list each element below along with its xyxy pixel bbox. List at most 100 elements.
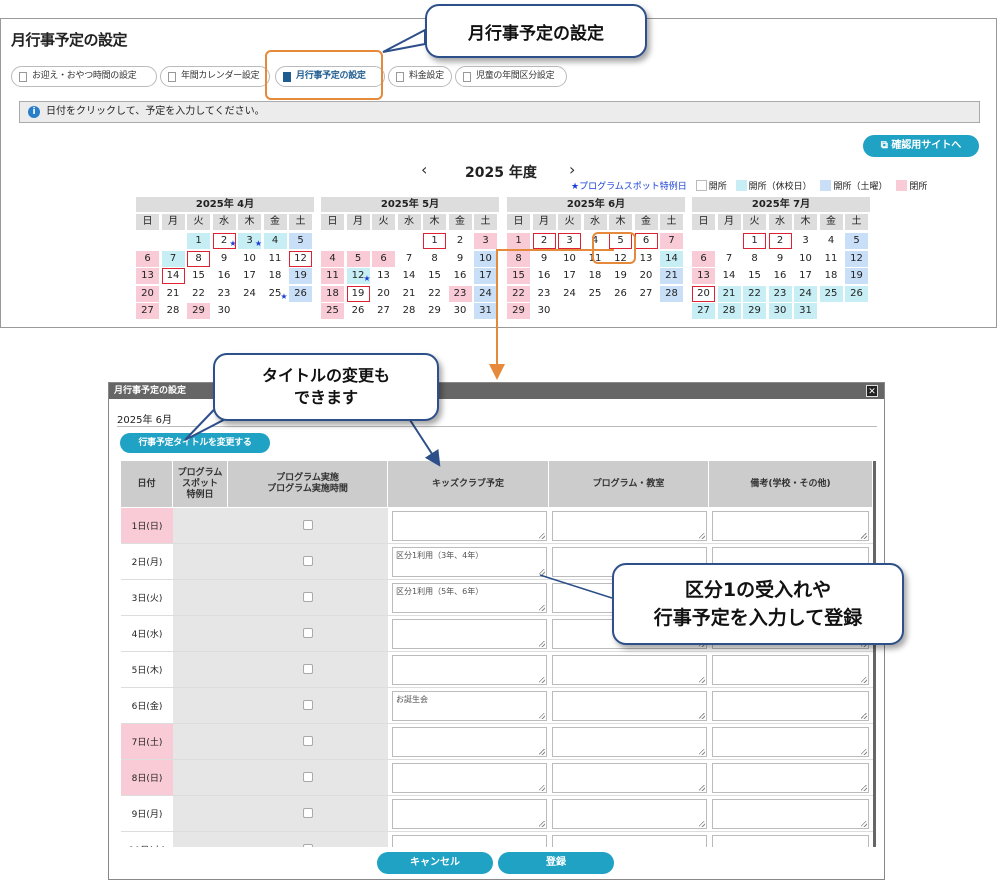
calendar-day[interactable]: 13 bbox=[136, 268, 159, 284]
calendar-day[interactable]: 2 bbox=[532, 233, 556, 249]
tab-pickup-snack[interactable]: お迎え・おやつ時間の設定 bbox=[11, 66, 157, 87]
calendar-day[interactable]: 12 bbox=[845, 250, 868, 267]
calendar-day[interactable]: 13 bbox=[692, 268, 715, 284]
prev-year-arrow-icon[interactable]: ‹ bbox=[421, 160, 427, 179]
calendar-day[interactable]: 18 bbox=[321, 285, 344, 302]
calendar-day[interactable]: 21 bbox=[717, 285, 741, 302]
program-checkbox[interactable] bbox=[303, 592, 313, 602]
calendar-day[interactable]: 4 bbox=[263, 233, 287, 249]
calendar-day[interactable]: 20 bbox=[692, 285, 715, 302]
program-textarea[interactable] bbox=[552, 691, 707, 721]
rename-title-button[interactable]: 行事予定タイトルを変更する bbox=[120, 433, 270, 453]
calendar-day[interactable]: 6 bbox=[136, 250, 159, 267]
calendar-day[interactable]: 8 bbox=[507, 250, 530, 267]
program-textarea[interactable] bbox=[552, 799, 707, 829]
kids-club-textarea[interactable] bbox=[392, 619, 547, 649]
calendar-day[interactable]: 21 bbox=[660, 268, 683, 284]
calendar-day[interactable]: 14 bbox=[398, 268, 421, 284]
calendar-day[interactable]: 5 bbox=[289, 233, 312, 249]
calendar-day[interactable]: 19 bbox=[609, 268, 632, 284]
calendar-day[interactable]: 29 bbox=[743, 303, 766, 319]
calendar-day[interactable]: 25 bbox=[584, 286, 607, 302]
calendar-day[interactable]: 28 bbox=[398, 303, 421, 319]
kids-club-textarea[interactable] bbox=[392, 511, 547, 541]
kids-club-textarea[interactable]: 区分1利用（3年、4年） bbox=[392, 547, 547, 577]
kids-club-textarea[interactable] bbox=[392, 835, 547, 847]
calendar-day[interactable]: 4 bbox=[321, 250, 344, 267]
calendar-day[interactable]: 13 bbox=[372, 268, 395, 284]
calendar-day[interactable]: 27 bbox=[635, 286, 658, 302]
calendar-day[interactable]: 8 bbox=[423, 251, 446, 267]
calendar-day[interactable]: 28 bbox=[660, 285, 683, 302]
kids-club-textarea[interactable] bbox=[392, 763, 547, 793]
notes-textarea[interactable] bbox=[712, 655, 869, 685]
calendar-day[interactable]: 25 bbox=[321, 303, 344, 319]
calendar-day[interactable]: 28 bbox=[162, 303, 185, 319]
kids-club-textarea[interactable] bbox=[392, 655, 547, 685]
calendar-day[interactable]: 1 bbox=[507, 233, 530, 249]
notes-textarea[interactable] bbox=[712, 799, 869, 829]
calendar-day[interactable]: 15 bbox=[187, 268, 210, 284]
calendar-day[interactable]: 31 bbox=[474, 303, 497, 319]
notes-textarea[interactable] bbox=[712, 511, 869, 541]
calendar-day[interactable]: 10 bbox=[794, 251, 817, 267]
calendar-day[interactable]: 27 bbox=[136, 303, 159, 319]
tab-child-category[interactable]: 児童の年間区分設定 bbox=[455, 66, 567, 87]
program-textarea[interactable] bbox=[552, 655, 707, 685]
calendar-day[interactable]: 2 bbox=[768, 233, 792, 249]
notes-textarea[interactable] bbox=[712, 835, 869, 847]
calendar-day[interactable]: 8 bbox=[187, 250, 210, 267]
calendar-day[interactable]: 20 bbox=[372, 286, 395, 302]
calendar-day[interactable]: 7 bbox=[398, 251, 421, 267]
calendar-day[interactable]: 29 bbox=[423, 303, 446, 319]
calendar-day[interactable]: 24 bbox=[558, 286, 581, 302]
calendar-day[interactable]: 6 bbox=[692, 250, 715, 267]
calendar-day[interactable]: 1 bbox=[743, 233, 766, 249]
calendar-day[interactable]: 15 bbox=[507, 268, 530, 284]
calendar-day[interactable]: 17 bbox=[474, 268, 497, 284]
calendar-day[interactable]: 22 bbox=[743, 285, 766, 302]
calendar-day[interactable]: 25 ★ bbox=[264, 286, 288, 302]
program-checkbox[interactable] bbox=[303, 628, 313, 638]
calendar-day[interactable]: 29 bbox=[507, 303, 530, 319]
calendar-day[interactable]: 20 bbox=[136, 285, 159, 302]
calendar-day[interactable]: 30 bbox=[213, 303, 236, 319]
program-textarea[interactable] bbox=[552, 835, 707, 847]
calendar-day[interactable]: 22 bbox=[507, 285, 530, 302]
next-year-arrow-icon[interactable]: › bbox=[569, 160, 575, 179]
calendar-day[interactable]: 23 bbox=[533, 286, 556, 302]
calendar-day[interactable]: 27 bbox=[372, 303, 395, 319]
calendar-day[interactable]: 11 bbox=[264, 251, 287, 267]
calendar-day[interactable]: 7 bbox=[660, 233, 683, 249]
calendar-day[interactable]: 10 bbox=[558, 251, 581, 267]
tab-annual-calendar[interactable]: 年間カレンダー設定 bbox=[160, 66, 270, 87]
calendar-day[interactable]: 16 bbox=[449, 268, 472, 284]
calendar-day[interactable]: 12 bbox=[289, 250, 312, 267]
calendar-day[interactable]: 19 bbox=[845, 268, 868, 284]
calendar-day[interactable]: 1 bbox=[187, 233, 210, 249]
calendar-day[interactable]: 18 bbox=[264, 268, 287, 284]
calendar-day[interactable]: 23 bbox=[213, 286, 236, 302]
calendar-day[interactable]: 3 ★ bbox=[238, 233, 262, 249]
program-checkbox[interactable] bbox=[303, 736, 313, 746]
calendar-day[interactable]: 3 bbox=[474, 233, 497, 249]
calendar-day[interactable]: 17 bbox=[238, 268, 261, 284]
calendar-day[interactable]: 28 bbox=[717, 303, 741, 319]
calendar-day[interactable]: 18 bbox=[820, 268, 843, 284]
kids-club-textarea[interactable]: お誕生会 bbox=[392, 691, 547, 721]
calendar-day[interactable]: 17 bbox=[794, 268, 817, 284]
calendar-day[interactable]: 11 bbox=[820, 251, 843, 267]
notes-textarea[interactable] bbox=[712, 727, 869, 757]
calendar-day[interactable]: 21 bbox=[162, 286, 185, 302]
calendar-day[interactable]: 14 bbox=[660, 250, 683, 267]
calendar-day[interactable]: 16 bbox=[533, 268, 556, 284]
calendar-day[interactable]: 21 bbox=[398, 286, 421, 302]
calendar-day[interactable]: 22 bbox=[423, 286, 446, 302]
calendar-day[interactable]: 17 bbox=[558, 268, 581, 284]
calendar-day[interactable]: 10 bbox=[474, 250, 497, 267]
calendar-day[interactable]: 16 bbox=[769, 268, 792, 284]
calendar-day[interactable]: 2 bbox=[449, 233, 472, 249]
calendar-day[interactable]: 9 bbox=[533, 251, 556, 267]
tab-fees[interactable]: 料金設定 bbox=[388, 66, 452, 87]
calendar-day[interactable]: 11 bbox=[321, 268, 344, 284]
